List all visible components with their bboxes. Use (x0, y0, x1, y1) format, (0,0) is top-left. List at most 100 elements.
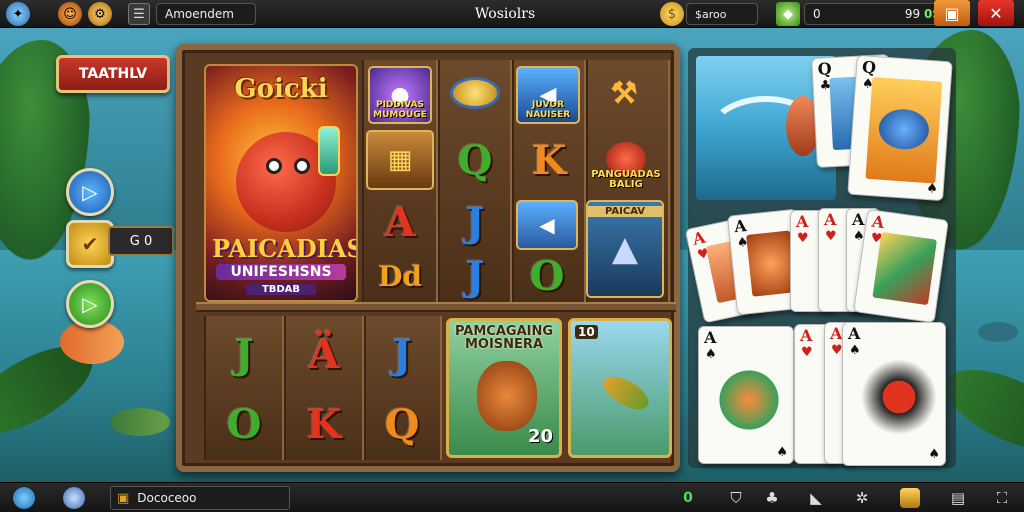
beaver-icon (477, 361, 537, 431)
fullscreen-icon: ⛶ (996, 489, 1008, 507)
devil-symbol[interactable]: PANGUADAS BALIG (590, 124, 662, 194)
playing-card[interactable]: Q ♠ ♠ (847, 54, 953, 202)
shark-symbol[interactable]: ◀ JUVOR NAUISER (516, 66, 580, 124)
shark-symbol[interactable]: ◀ (516, 200, 578, 250)
letter-symbol[interactable]: J (444, 252, 506, 300)
letter-symbol[interactable]: O (212, 392, 276, 456)
gem-balance[interactable]: ◆ 0 99 0S (776, 2, 950, 26)
player-name-field[interactable]: Amoendem (156, 2, 256, 26)
bonus-card-value: 20 (527, 426, 553, 447)
gem-value: 0 (813, 7, 821, 21)
gear-icon: ⚙ (88, 2, 112, 26)
playing-card[interactable]: A ♠ ♠ (842, 322, 946, 466)
heart-icon: ♥ (797, 231, 809, 246)
wheel-button[interactable]: ✲ (850, 486, 874, 510)
letter-symbol[interactable]: Q (370, 392, 434, 456)
globe-icon (13, 487, 35, 509)
letter-a: Ä (308, 330, 340, 378)
close-button[interactable]: ✕ (978, 0, 1014, 26)
monster-symbol[interactable]: ● PIDDIVAS MUMOUGE (368, 66, 432, 124)
feature-title: Goicki (234, 74, 328, 104)
spade-icon: ♠ (705, 347, 717, 362)
symbol-caption: JUVOR NAUISER (525, 100, 571, 120)
fish-icon (978, 322, 1018, 342)
gem-icon: ◆ (776, 2, 800, 26)
heart-icon: ♥ (825, 229, 837, 244)
letter-symbol[interactable]: O (516, 252, 578, 300)
avatar-icon: ☺ (58, 2, 82, 26)
dish-symbol[interactable] (444, 66, 506, 120)
shark-icon: ◀ (539, 213, 555, 237)
coin-value: $aroo (686, 3, 758, 25)
playing-card[interactable]: A ♥ (853, 208, 949, 324)
letter-j: J (465, 198, 485, 246)
shield-button[interactable]: ⛉ (724, 486, 748, 510)
help-button[interactable] (62, 486, 86, 510)
collect-button[interactable]: ✔ (66, 220, 114, 268)
treasure-symbol[interactable]: ▦ (366, 130, 434, 190)
pickaxe-symbol[interactable]: ⚒ (594, 66, 654, 120)
heart-icon: ♥ (831, 343, 843, 358)
card-rank: A (733, 215, 748, 237)
play-button[interactable]: ▷ (66, 168, 114, 216)
wand-icon: ✦ (6, 2, 30, 26)
playing-card[interactable]: A ♠ ♠ (698, 326, 794, 464)
letter-k: K (306, 400, 342, 448)
window-button[interactable]: ▤ (946, 486, 970, 510)
beaver-bonus-card[interactable]: PAMCAGAING MOISNERA 20 (446, 318, 562, 458)
fish-icon (110, 408, 170, 436)
card-rank: A (796, 212, 809, 231)
fish-bonus-card[interactable]: 10 (568, 318, 672, 458)
letter-symbol[interactable]: Q (444, 130, 506, 190)
character-icon[interactable]: ☺ (58, 2, 82, 26)
tournament-banner[interactable]: TAATHLV (56, 55, 170, 93)
feature-symbol[interactable]: Goicki PAICADIAS UNIFESHSNS TBDAB (204, 64, 358, 302)
shop-button[interactable]: ▣ (934, 0, 970, 26)
fullscreen-button[interactable]: ⛶ (990, 486, 1014, 510)
compass-icon (63, 487, 85, 509)
shield-icon: ⛉ (730, 489, 742, 507)
close-icon: ✕ (978, 0, 1014, 26)
letter-symbol[interactable]: A (370, 196, 430, 248)
letter-symbol[interactable]: K (516, 130, 582, 190)
symbol-caption: PIDDIVAS MUMOUGE (373, 100, 427, 120)
eye-icon (266, 158, 282, 174)
collect-value: G 0 (108, 226, 174, 256)
card-art (861, 359, 937, 435)
chest-icon: ▣ (117, 490, 130, 506)
gem-value-field: 0 99 0S (804, 3, 950, 25)
spade-icon: ♠ (925, 180, 939, 197)
card-art (713, 367, 785, 433)
letter-symbol[interactable]: Ä (292, 322, 356, 386)
boot-button[interactable]: ◣ (804, 486, 828, 510)
letter-symbol[interactable]: J (444, 196, 506, 248)
top-bar: ✦ ☺ ⚙ ☰ Amoendem Wosiolrs $ $aroo ◆ 0 99… (0, 0, 1024, 28)
letter-symbol[interactable]: J (370, 322, 434, 386)
coin-icon: $ (660, 2, 684, 26)
eye-icon (294, 158, 310, 174)
home-button[interactable] (12, 486, 36, 510)
fish-card-value: 10 (575, 325, 598, 339)
card-rank: A (690, 227, 708, 249)
coin-balance[interactable]: $ $aroo (660, 2, 758, 26)
autoplay-button[interactable]: ▷ (66, 280, 114, 328)
letter-a: A (384, 198, 416, 246)
spade-icon: ♠ (928, 447, 940, 462)
letter-symbol[interactable]: Dd (370, 252, 430, 300)
bonus-card-title: PAMCAGAING MOISNERA (454, 324, 554, 352)
wolf-symbol[interactable]: PAICAV ▲ (586, 200, 664, 298)
fish-icon (598, 370, 654, 416)
coin-stack-icon (900, 488, 920, 508)
letter-symbol[interactable]: K (292, 392, 356, 456)
menu-button[interactable]: ☰ (128, 2, 150, 26)
letter-symbol[interactable]: J (212, 322, 276, 386)
status-field[interactable]: ▣ Dococeoo (110, 486, 290, 510)
bonus-icon[interactable]: ⚙ (88, 2, 112, 26)
settings-button[interactable]: ✦ (6, 2, 30, 26)
boot-icon: ◣ (810, 489, 822, 507)
status-text: Dococeoo (137, 491, 197, 505)
tree-button[interactable]: ♣ (760, 486, 784, 510)
coins-button[interactable] (898, 486, 922, 510)
card-rank: A (704, 328, 717, 347)
letter-dd: Dd (378, 259, 422, 293)
